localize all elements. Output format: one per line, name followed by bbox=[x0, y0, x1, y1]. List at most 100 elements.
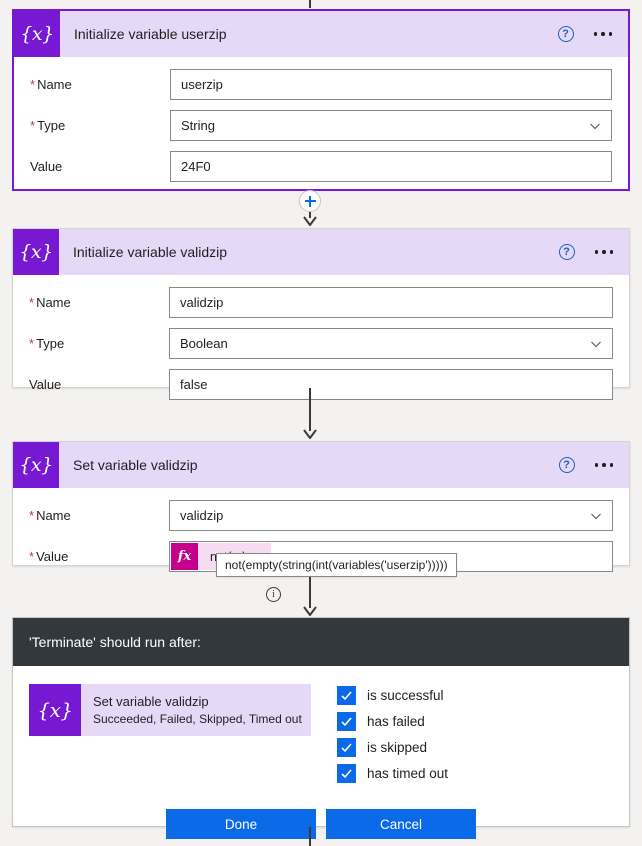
run-after-header: 'Terminate' should run after: bbox=[13, 618, 629, 666]
required-asterisk: * bbox=[29, 295, 35, 310]
checkbox-row-is-skipped[interactable]: is skipped bbox=[337, 738, 448, 757]
type-dropdown-value: Boolean bbox=[180, 336, 228, 351]
variable-icon: {x} bbox=[13, 442, 59, 488]
field-label-text: Name bbox=[36, 295, 71, 310]
connector-line-2 bbox=[309, 388, 311, 431]
card-header-actions: ? bbox=[558, 244, 630, 260]
name-dropdown-value: validzip bbox=[180, 508, 224, 523]
field-row-name: * Name validzip bbox=[29, 500, 613, 531]
variable-icon: {x} bbox=[29, 684, 81, 736]
checkbox-label: is skipped bbox=[367, 740, 428, 755]
run-after-action-chip[interactable]: {x} Set variable validzip Succeeded, Fai… bbox=[29, 684, 311, 736]
value-input[interactable]: 24F0 bbox=[170, 151, 612, 182]
required-asterisk: * bbox=[29, 508, 35, 523]
more-options-icon[interactable] bbox=[594, 459, 613, 471]
checkbox-label: is successful bbox=[367, 688, 444, 703]
checkbox-checked-icon[interactable] bbox=[337, 738, 356, 757]
field-label: Value bbox=[29, 377, 169, 392]
field-row-type: * Type Boolean bbox=[29, 328, 613, 359]
help-icon[interactable]: ? bbox=[557, 26, 574, 42]
required-asterisk: * bbox=[29, 549, 35, 564]
type-dropdown-value: String bbox=[181, 118, 215, 133]
field-control: false bbox=[169, 369, 613, 400]
field-label: Value bbox=[30, 159, 170, 174]
name-input[interactable]: validzip bbox=[169, 287, 613, 318]
done-button[interactable]: Done bbox=[166, 809, 316, 839]
checkbox-row-has-failed[interactable]: has failed bbox=[337, 712, 448, 731]
variable-icon: {x} bbox=[13, 229, 59, 275]
type-dropdown[interactable]: String bbox=[170, 110, 612, 141]
field-label: * Value bbox=[29, 549, 169, 564]
field-label-text: Name bbox=[37, 77, 72, 92]
action-card-set-variable-validzip[interactable]: {x} Set variable validzip ? * Name valid… bbox=[12, 441, 630, 572]
field-label: * Type bbox=[30, 118, 170, 133]
connector-arrow-2 bbox=[303, 429, 317, 439]
field-control: String bbox=[170, 110, 612, 141]
card-header[interactable]: {x} Set variable validzip ? bbox=[13, 442, 629, 488]
type-dropdown[interactable]: Boolean bbox=[169, 328, 613, 359]
run-after-chip-subtitle: Succeeded, Failed, Skipped, Timed out bbox=[93, 712, 302, 726]
field-label-text: Type bbox=[37, 118, 66, 133]
required-asterisk: * bbox=[30, 118, 36, 133]
field-label-text: Type bbox=[36, 336, 65, 351]
checkbox-row-has-timed-out[interactable]: has timed out bbox=[337, 764, 448, 783]
checkbox-checked-icon[interactable] bbox=[337, 712, 356, 731]
run-after-buttons: Done Cancel bbox=[13, 783, 629, 846]
cancel-button[interactable]: Cancel bbox=[326, 809, 476, 839]
card-body: * Name validzip * Type Boolean Value fal… bbox=[13, 275, 629, 414]
connector-top-stub bbox=[309, 0, 311, 8]
help-icon[interactable]: ? bbox=[558, 457, 575, 473]
chevron-down-icon bbox=[591, 513, 601, 519]
run-after-info-icon[interactable]: i bbox=[266, 587, 281, 602]
field-row-name: * Name validzip bbox=[29, 287, 613, 318]
card-header-actions: ? bbox=[557, 26, 629, 42]
run-after-status-list: is successful has failed is skipped has … bbox=[337, 684, 448, 783]
name-input[interactable]: userzip bbox=[170, 69, 612, 100]
required-asterisk: * bbox=[30, 77, 36, 92]
field-label: * Name bbox=[29, 295, 169, 310]
info-icon-glyph: i bbox=[272, 588, 275, 600]
card-header[interactable]: {x} Initialize variable userzip ? bbox=[14, 11, 628, 57]
flow-designer-canvas: {x} Initialize variable userzip ? * Name… bbox=[0, 0, 642, 846]
field-control: userzip bbox=[170, 69, 612, 100]
field-label-text: Value bbox=[29, 377, 62, 392]
field-control: validzip bbox=[169, 500, 613, 531]
chevron-down-icon bbox=[591, 341, 601, 347]
run-after-title: 'Terminate' should run after: bbox=[29, 634, 201, 650]
required-asterisk: * bbox=[29, 336, 35, 351]
more-options-icon[interactable] bbox=[594, 246, 613, 258]
variable-icon: {x} bbox=[14, 11, 60, 57]
field-control: 24F0 bbox=[170, 151, 612, 182]
run-after-chip-title: Set variable validzip bbox=[93, 694, 209, 709]
field-label: * Type bbox=[29, 336, 169, 351]
field-control: Boolean bbox=[169, 328, 613, 359]
card-body: * Name userzip * Type String Value 24F0 bbox=[14, 57, 628, 196]
card-title: Initialize variable userzip bbox=[74, 26, 227, 42]
chevron-down-icon bbox=[590, 123, 600, 129]
action-card-initialize-variable-validzip[interactable]: {x} Initialize variable validzip ? * Nam… bbox=[12, 228, 630, 400]
checkbox-label: has timed out bbox=[367, 766, 449, 781]
connector-arrow-1 bbox=[303, 216, 317, 226]
value-input[interactable]: false bbox=[169, 369, 613, 400]
more-options-icon[interactable] bbox=[593, 28, 612, 40]
help-icon[interactable]: ? bbox=[558, 244, 575, 260]
run-after-body: {x} Set variable validzip Succeeded, Fai… bbox=[13, 666, 629, 783]
card-header[interactable]: {x} Initialize variable validzip ? bbox=[13, 229, 629, 275]
field-control: validzip bbox=[169, 287, 613, 318]
function-icon: fx bbox=[171, 543, 198, 570]
connector-arrow-3 bbox=[303, 606, 317, 616]
checkbox-row-is-successful[interactable]: is successful bbox=[337, 686, 448, 705]
run-after-panel: 'Terminate' should run after: {x} Set va… bbox=[12, 617, 630, 839]
field-label-text: Name bbox=[36, 508, 71, 523]
insert-step-button[interactable] bbox=[299, 190, 321, 212]
field-row-type: * Type String bbox=[30, 110, 612, 141]
field-label-text: Value bbox=[30, 159, 63, 174]
field-label: * Name bbox=[29, 508, 169, 523]
name-dropdown[interactable]: validzip bbox=[169, 500, 613, 531]
checkbox-checked-icon[interactable] bbox=[337, 764, 356, 783]
checkbox-checked-icon[interactable] bbox=[337, 686, 356, 705]
field-row-value: Value false bbox=[29, 369, 613, 400]
action-card-initialize-variable-userzip[interactable]: {x} Initialize variable userzip ? * Name… bbox=[12, 9, 630, 191]
connector-bottom-stub bbox=[309, 827, 311, 846]
run-after-chip-text: Set variable validzip Succeeded, Failed,… bbox=[81, 684, 302, 736]
